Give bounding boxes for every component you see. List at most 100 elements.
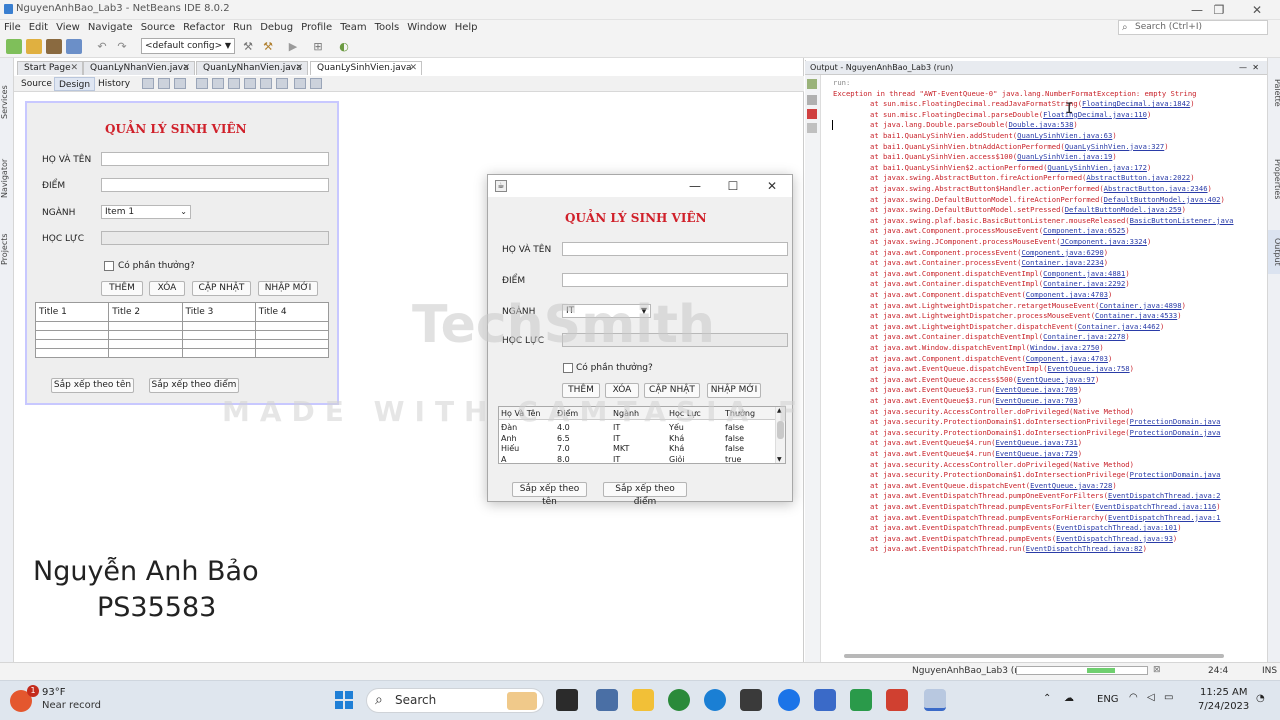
table-cell[interactable]: 6.5 (557, 434, 570, 443)
menu-source[interactable]: Source (141, 22, 175, 33)
stack-trace-link[interactable]: AbstractButton.java:2346 (1104, 184, 1208, 193)
close-icon[interactable]: ✕ (182, 62, 190, 75)
student-table[interactable]: Title 1 Title 2 Title 3 Title 4 (34, 302, 330, 358)
side-tab-navigator[interactable]: Navigator (0, 146, 14, 210)
stack-trace-link[interactable]: Component.java:4703 (1026, 354, 1108, 363)
new-project-icon[interactable] (26, 39, 42, 54)
dialog-sort-by-name-button[interactable]: Sắp xếp theo tên (512, 482, 587, 507)
notification-icon[interactable]: ◔ (1256, 693, 1265, 704)
tab-quanlysinhvien[interactable]: QuanLySinhVien.java ✕ (310, 61, 422, 75)
profile-icon[interactable]: ◐ (336, 39, 352, 54)
table-row[interactable] (34, 330, 330, 340)
stack-trace-link[interactable]: Container.java:2234 (1021, 258, 1103, 267)
stack-trace-link[interactable]: QuanLySinhVien.java:19 (1017, 152, 1112, 161)
store-icon[interactable] (740, 689, 762, 711)
stack-trace-link[interactable]: QuanLySinhVien.java:327 (1065, 142, 1165, 151)
stack-trace-link[interactable]: QuanLySinhVien.java:63 (1017, 131, 1112, 140)
dialog-minimize-button[interactable]: — (684, 177, 706, 195)
stack-trace-link[interactable]: EventDispatchThread.java:1 (1108, 513, 1221, 522)
camtasia-icon[interactable] (850, 689, 872, 711)
stack-trace-link[interactable]: EventQueue.java:729 (996, 449, 1078, 458)
stack-trace-link[interactable]: Container.java:4533 (1095, 311, 1177, 320)
taskbar-search[interactable]: ⌕ Search (366, 688, 544, 713)
stack-trace-link[interactable]: Component.java:6290 (1021, 248, 1103, 257)
output-panel-header[interactable]: Output - NguyenAnhBao_Lab3 (run) — ✕ (805, 61, 1267, 75)
side-tab-palette[interactable]: Palette (1268, 68, 1280, 118)
stack-trace-link[interactable]: Component.java:4881 (1043, 269, 1125, 278)
widgets-icon[interactable] (596, 689, 618, 711)
stack-trace-link[interactable]: JComponent.java:3324 (1060, 237, 1147, 246)
close-button[interactable]: ✕ (1237, 1, 1277, 19)
task-view-icon[interactable] (556, 689, 578, 711)
align-right-icon[interactable] (212, 78, 224, 89)
stack-trace-link[interactable]: Container.java:2278 (1043, 332, 1125, 341)
dialog-reward-checkbox[interactable] (563, 363, 573, 373)
language-indicator[interactable]: ENG (1097, 694, 1119, 705)
stack-trace-link[interactable]: BasicButtonListener.java (1130, 216, 1234, 225)
preview-design-icon[interactable] (174, 78, 186, 89)
dialog-title-bar[interactable]: ☕ — ☐ ✕ (488, 175, 792, 197)
maximize-button[interactable]: ❐ (1199, 1, 1239, 19)
table-row[interactable] (34, 321, 330, 331)
virtualbox-icon[interactable] (814, 689, 836, 711)
tab-quanlynhanvien-1[interactable]: QuanLyNhanVien.java ✕ (83, 61, 195, 75)
stack-trace-link[interactable]: EventDispatchThread.java:116 (1095, 502, 1216, 511)
reward-checkbox[interactable] (104, 261, 114, 271)
menu-tools[interactable]: Tools (375, 22, 400, 33)
save-all-icon[interactable] (66, 39, 82, 54)
stack-trace-link[interactable]: EventDispatchThread.java:93 (1056, 534, 1173, 543)
table-cell[interactable]: 8.0 (557, 455, 570, 464)
sort-by-score-button[interactable]: Sắp xếp theo điểm (149, 378, 239, 393)
column-header[interactable]: Title 1 (34, 302, 110, 322)
column-header[interactable]: Title 3 (181, 302, 256, 322)
add-button[interactable]: THÊM (101, 281, 143, 296)
table-cell[interactable]: true (725, 455, 741, 464)
rerun-different-icon[interactable] (807, 95, 817, 105)
stack-trace-link[interactable]: AbstractButton.java:2022 (1086, 173, 1190, 182)
scrollbar-thumb[interactable] (844, 654, 1224, 658)
table-cell[interactable]: Anh (501, 434, 517, 443)
stack-trace-link[interactable]: ProtectionDomain.java (1130, 470, 1221, 479)
table-cell[interactable]: false (725, 444, 744, 453)
stack-trace-link[interactable]: DefaultButtonModel.java:259 (1065, 205, 1182, 214)
stack-trace-link[interactable]: EventQueue.java:758 (1047, 364, 1129, 373)
stack-trace-link[interactable]: QuanLySinhVien.java:172 (1047, 163, 1147, 172)
table-row[interactable] (34, 348, 330, 358)
redo-icon[interactable]: ↷ (114, 39, 130, 54)
run-icon[interactable]: ▶ (285, 39, 301, 54)
volume-icon[interactable]: ◁ (1147, 692, 1155, 703)
stop-icon[interactable] (807, 109, 817, 119)
settings-icon[interactable] (807, 123, 817, 133)
zalo-icon[interactable] (778, 689, 800, 711)
close-icon[interactable]: ✕ (295, 62, 303, 75)
output-horizontal-scrollbar[interactable] (822, 651, 1250, 661)
debug-icon[interactable]: ⊞ (310, 39, 326, 54)
side-tab-properties[interactable]: Properties (1268, 144, 1280, 214)
menu-edit[interactable]: Edit (29, 22, 48, 33)
stack-trace-link[interactable]: FloatingDecimal.java:110 (1043, 110, 1147, 119)
battery-icon[interactable]: ▭ (1164, 692, 1173, 703)
column-header[interactable]: Title 4 (254, 302, 330, 322)
dialog-close-button[interactable]: ✕ (761, 177, 783, 195)
stack-trace-link[interactable]: EventDispatchThread.java:101 (1056, 523, 1177, 532)
chrome-icon[interactable] (668, 689, 690, 711)
stack-trace-link[interactable]: FloatingDecimal.java:1842 (1082, 99, 1190, 108)
build-icon[interactable]: ⚒ (240, 39, 256, 54)
table-cell[interactable]: A (501, 455, 506, 464)
stack-trace-link[interactable]: Container.java:4898 (1099, 301, 1181, 310)
design-form-canvas[interactable]: QUẢN LÝ SINH VIÊN HỌ VÀ TÊN ĐIỂM NGÀNH I… (25, 101, 339, 405)
align-top-icon[interactable] (244, 78, 256, 89)
view-tab-history[interactable]: History (94, 77, 134, 91)
open-project-icon[interactable] (46, 39, 62, 54)
table-cell[interactable]: Khá (669, 444, 684, 453)
resize-vertical-icon[interactable] (310, 78, 322, 89)
close-icon[interactable]: ✕ (70, 62, 78, 75)
dialog-sort-by-score-button[interactable]: Sắp xếp theo điểm (603, 482, 687, 507)
score-input[interactable] (101, 178, 329, 192)
side-tab-projects[interactable]: Projects (0, 222, 14, 276)
menu-view[interactable]: View (56, 22, 80, 33)
view-tab-source[interactable]: Source (17, 77, 56, 91)
cancel-progress-icon[interactable]: ⊠ (1153, 665, 1161, 675)
menu-run[interactable]: Run (233, 22, 252, 33)
menu-file[interactable]: File (4, 22, 21, 33)
